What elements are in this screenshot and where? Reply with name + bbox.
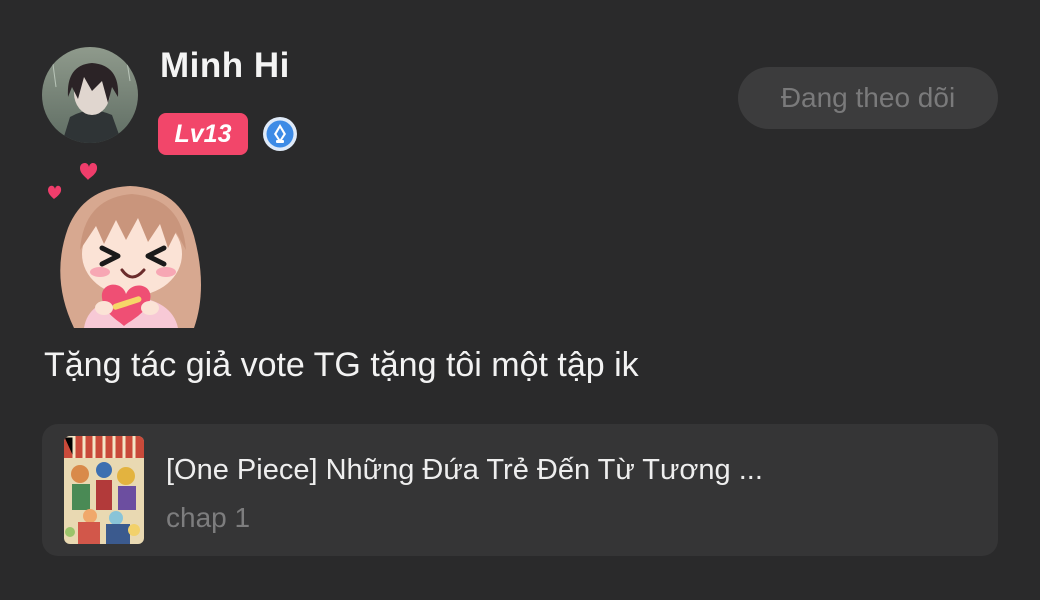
username[interactable]: Minh Hi <box>160 46 290 86</box>
avatar[interactable] <box>42 47 138 143</box>
book-chapter: chap 1 <box>166 502 251 533</box>
verified-badge-icon <box>262 116 298 152</box>
comment-text: Tặng tác giả vote TG tặng tôi một tập ik <box>44 346 639 384</box>
level-badge: Lv13 <box>158 113 248 155</box>
following-button[interactable]: Đang theo dõi <box>738 67 998 129</box>
book-title[interactable]: [One Piece] Những Đứa Trẻ Đến Từ Tương .… <box>166 454 763 487</box>
girl-hugging-heart-sticker <box>44 158 208 328</box>
linked-book-card[interactable]: [One Piece] Những Đứa Trẻ Đến Từ Tương .… <box>42 424 998 556</box>
book-cover-image <box>64 436 144 544</box>
